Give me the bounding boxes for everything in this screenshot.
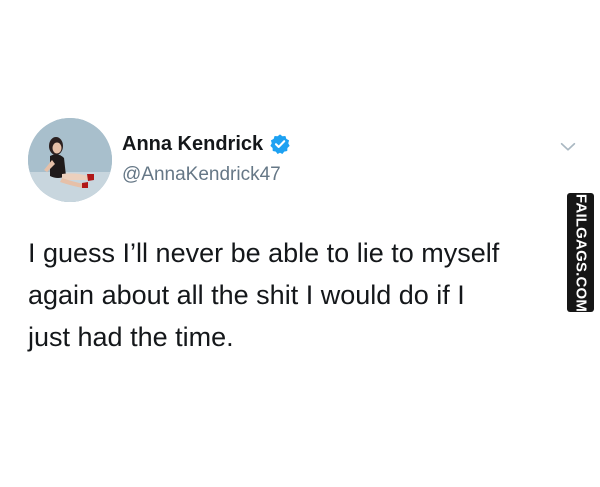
tweet-text-line: again about all the shit I would do if I (28, 280, 465, 310)
tweet-card: Anna Kendrick @AnnaKendrick47 I guess I’… (0, 0, 600, 487)
tweet-text: I guess I’ll never be able to lie to mys… (28, 232, 563, 358)
display-name[interactable]: Anna Kendrick (122, 130, 263, 158)
chevron-down-icon[interactable] (557, 136, 579, 158)
verified-badge-icon (269, 133, 291, 155)
avatar[interactable] (28, 118, 112, 202)
tweet-text-line: I guess I’ll never be able to lie to mys… (28, 238, 500, 268)
tweet-text-line: just had the time. (28, 322, 234, 352)
watermark: FAILGAGS.COM (567, 193, 594, 312)
watermark-text: FAILGAGS.COM (572, 193, 589, 312)
display-name-row: Anna Kendrick (122, 130, 291, 158)
avatar-image (28, 118, 112, 202)
user-handle[interactable]: @AnnaKendrick47 (122, 162, 281, 188)
